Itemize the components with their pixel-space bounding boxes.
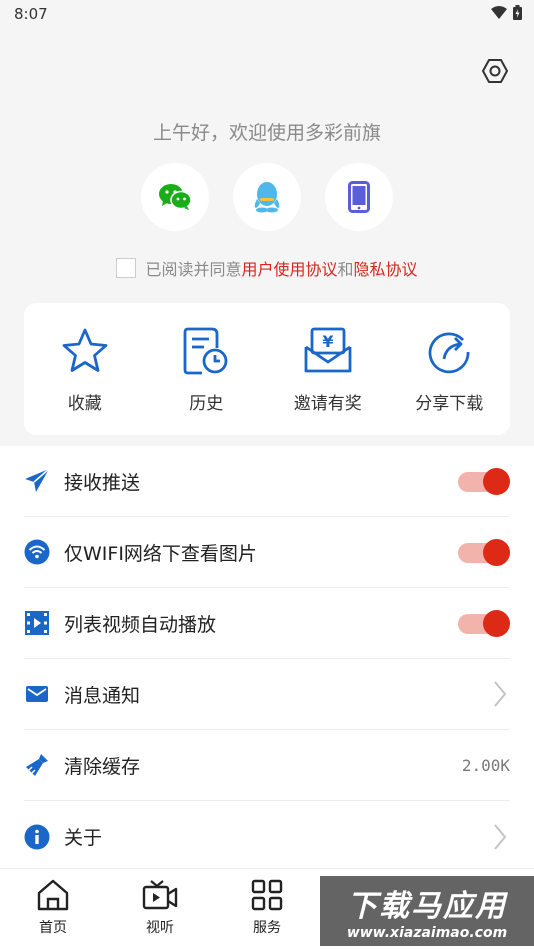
wifi-images-toggle[interactable]: [458, 539, 510, 566]
video-play-icon: [25, 611, 49, 635]
push-toggle[interactable]: [458, 468, 510, 495]
gear-icon: [482, 59, 508, 83]
quick-actions-card: 收藏 历史 ¥ 邀请有奖 分享下载: [24, 303, 510, 435]
setting-label: 接收推送: [64, 471, 141, 494]
privacy-agreement-link[interactable]: 隐私协议: [354, 256, 418, 280]
grid-icon: [251, 879, 283, 911]
greeting-text: 上午好，欢迎使用多彩前旗: [152, 122, 381, 144]
info-icon: [24, 824, 50, 849]
chevron-right-icon: [494, 681, 507, 707]
svg-text:¥: ¥: [322, 332, 333, 351]
setting-row-clear-cache[interactable]: 清除缓存 2.00K: [24, 730, 510, 801]
agreement-row: 已阅读并同意 用户使用协议 和 隐私协议: [0, 256, 534, 280]
status-time: 8:07: [14, 5, 48, 23]
wechat-login-button[interactable]: [141, 163, 209, 231]
wifi-icon: [24, 539, 50, 565]
quick-action-label: 收藏: [67, 394, 102, 414]
quick-action-favorites[interactable]: 收藏: [24, 303, 146, 435]
cache-size-value: 2.00K: [461, 755, 510, 775]
share-icon: [428, 332, 470, 374]
phone-icon: [348, 181, 370, 213]
qq-icon: [254, 182, 280, 213]
setting-label: 消息通知: [64, 684, 141, 707]
autoplay-toggle[interactable]: [458, 610, 510, 637]
quick-action-invite[interactable]: ¥ 邀请有奖: [267, 303, 389, 435]
setting-row-notifications[interactable]: 消息通知: [24, 659, 510, 730]
tab-services[interactable]: 服务: [227, 879, 307, 937]
user-agreement-link[interactable]: 用户使用协议: [241, 256, 337, 280]
qq-login-button[interactable]: [233, 163, 301, 231]
settings-list: 接收推送 仅WIFI网络下查看图片 列表视频自动播放 消息通知 清除缓存 2.0…: [0, 446, 534, 868]
setting-row-about[interactable]: 关于: [24, 801, 510, 872]
setting-row-wifi-images: 仅WIFI网络下查看图片: [24, 517, 510, 588]
watermark-logo: 下载马应用 www.xiazaimao.com: [320, 876, 534, 946]
agreement-prefix: 已阅读并同意: [145, 260, 242, 279]
quick-action-share[interactable]: 分享下载: [389, 303, 511, 435]
quick-action-label: 分享下载: [415, 394, 484, 414]
login-options: [0, 163, 534, 231]
mail-icon: [26, 686, 48, 702]
agreement-and: 和: [337, 260, 354, 279]
setting-label: 关于: [64, 827, 103, 849]
watermark-title: 下载马应用: [347, 889, 507, 924]
tab-label: 服务: [253, 920, 281, 936]
star-icon: [62, 328, 108, 372]
invite-reward-icon: ¥: [304, 327, 352, 373]
setting-label: 列表视频自动播放: [64, 613, 217, 636]
quick-action-label: 历史: [189, 394, 224, 414]
setting-row-autoplay: 列表视频自动播放: [24, 588, 510, 659]
settings-button[interactable]: [480, 56, 510, 86]
setting-row-push: 接收推送: [24, 446, 510, 517]
tab-label: 视听: [146, 920, 174, 936]
home-icon: [37, 879, 69, 911]
agreement-checkbox[interactable]: [116, 258, 137, 278]
phone-login-button[interactable]: [325, 163, 393, 231]
watermark-url: www.xiazaimao.com: [346, 925, 508, 941]
paper-plane-icon: [25, 468, 50, 492]
tab-video[interactable]: 视听: [120, 879, 200, 937]
wechat-icon: [159, 184, 192, 210]
status-bar: 8:07: [0, 0, 534, 30]
wifi-signal-icon: [491, 5, 507, 19]
video-icon: [142, 880, 178, 910]
battery-icon: [513, 5, 522, 20]
status-icons: [491, 5, 522, 20]
setting-label: 清除缓存: [64, 755, 141, 778]
quick-action-label: 邀请有奖: [293, 394, 362, 414]
history-icon: [183, 327, 228, 375]
broom-icon: [26, 754, 48, 776]
chevron-right-icon: [494, 823, 507, 850]
tab-label: 首页: [39, 920, 67, 936]
quick-action-history[interactable]: 历史: [146, 303, 268, 435]
setting-label: 仅WIFI网络下查看图片: [64, 542, 257, 565]
tab-home[interactable]: 首页: [13, 879, 93, 937]
